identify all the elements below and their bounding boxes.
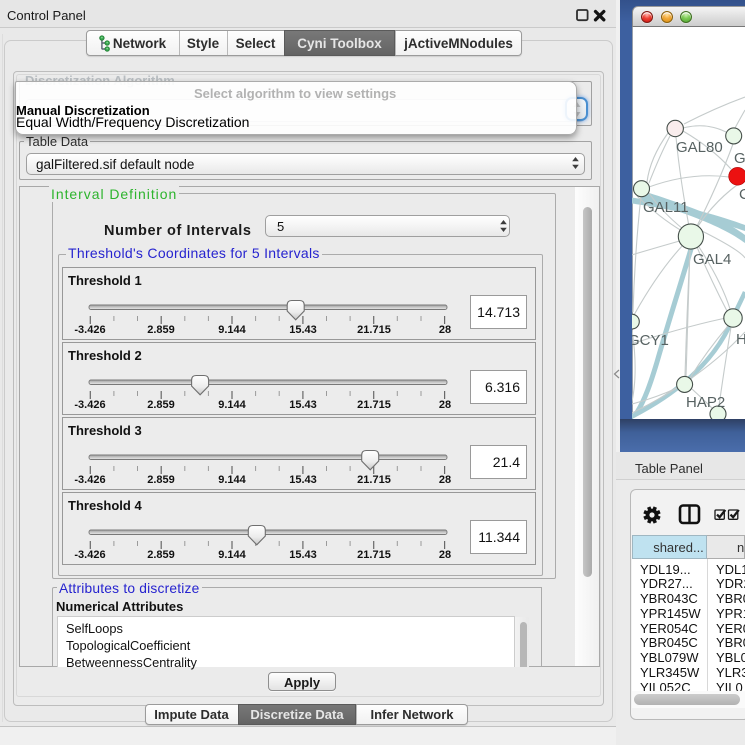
svg-text:GAL4: GAL4 <box>693 251 731 268</box>
svg-text:GCY1: GCY1 <box>632 332 669 349</box>
svg-text:GAL11: GAL11 <box>643 199 689 216</box>
svg-text:HAP2: HAP2 <box>686 394 725 411</box>
svg-text:C: C <box>739 186 745 203</box>
svg-text:H: H <box>736 331 745 348</box>
svg-text:GAL80: GAL80 <box>676 139 723 156</box>
svg-text:G.: G. <box>734 150 745 167</box>
